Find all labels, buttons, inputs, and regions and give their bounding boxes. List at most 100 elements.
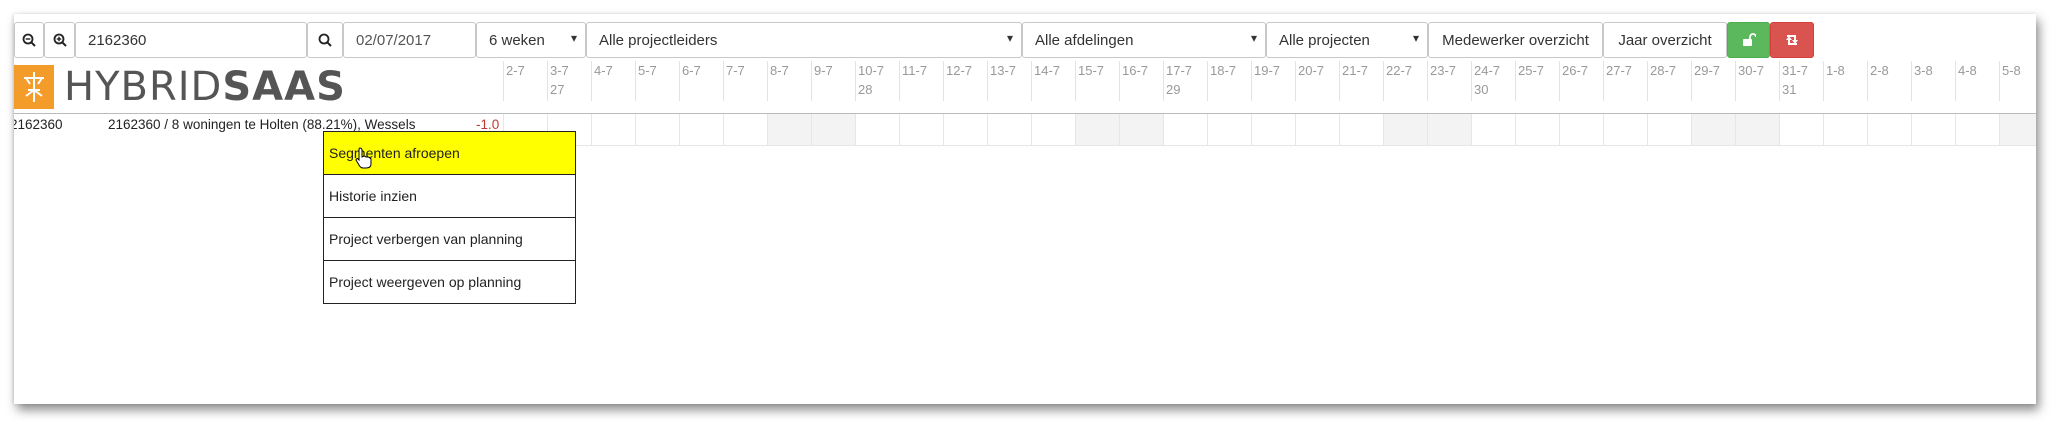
planning-cell[interactable] [1735,114,1779,146]
zoom-out-button[interactable] [14,22,44,58]
period-select-value: 6 weken [489,31,545,49]
day-column: 27-7 [1603,61,1647,101]
departments-select-value: Alle afdelingen [1035,31,1134,49]
day-label: 12-7 [946,63,973,78]
day-column: 31-7 31 [1779,61,1823,101]
day-column: 24-7 30 [1471,61,1515,101]
day-label: 13-7 [990,63,1017,78]
projects-select-value: Alle projecten [1279,31,1370,49]
day-column: 22-7 [1383,61,1427,101]
zoom-in-button[interactable] [44,22,75,58]
planning-cell[interactable] [1031,114,1075,146]
planning-cell[interactable] [811,114,855,146]
planning-cell[interactable] [1559,114,1603,146]
day-label: 11-7 [902,63,928,78]
planning-cell[interactable] [679,114,723,146]
planning-cell[interactable] [1383,114,1427,146]
planning-cell[interactable] [1867,114,1911,146]
sync-button[interactable] [1770,22,1814,58]
planning-cell[interactable] [1779,114,1823,146]
row-project-description[interactable]: 2162360 / 8 woningen te Holten (88.21%),… [108,117,415,132]
projectleaders-select-value: Alle projectleiders [599,31,718,49]
departments-select[interactable]: Alle afdelingen [1022,22,1266,58]
logo-text-light: HYBRID [64,64,223,110]
day-column: 15-7 [1075,61,1119,101]
planning-cell[interactable] [1339,114,1383,146]
day-label: 5-7 [638,63,657,78]
week-number-label: 30 [1474,82,1489,97]
day-label: 31-7 [1782,63,1809,78]
planning-cell[interactable] [1823,114,1867,146]
day-column: 5-7 [635,61,679,101]
planning-window: 2162360 02/07/2017 6 weken Alle projectl… [14,14,2036,404]
day-label: 29-7 [1694,63,1721,78]
planning-cell[interactable] [767,114,811,146]
planning-cell[interactable] [1427,114,1471,146]
day-column: 2-7 [503,61,547,101]
day-column: 8-7 [767,61,811,101]
day-label: 19-7 [1254,63,1281,78]
search-icon [318,33,332,47]
retweet-icon [1786,35,1798,45]
employee-overview-button[interactable]: Medewerker overzicht [1428,22,1603,58]
planning-cell[interactable] [591,114,635,146]
projects-select[interactable]: Alle projecten [1266,22,1428,58]
day-column: 26-7 [1559,61,1603,101]
day-label: 7-7 [726,63,745,78]
planning-cell[interactable] [1295,114,1339,146]
search-input-value: 2162360 [88,31,147,49]
year-overview-button[interactable]: Jaar overzicht [1603,22,1727,58]
planning-cell[interactable] [1075,114,1119,146]
week-number-label: 27 [550,82,565,97]
logo-text-bold: SAAS [222,64,346,110]
week-number-label: 31 [1782,82,1797,97]
day-column: 19-7 [1251,61,1295,101]
day-column: 30-7 [1735,61,1779,101]
day-label: 18-7 [1210,63,1237,78]
day-label: 30-7 [1738,63,1765,78]
week-number-label: 29 [1166,82,1181,97]
projectleaders-select[interactable]: Alle projectleiders [586,22,1022,58]
planning-cell[interactable] [943,114,987,146]
search-input[interactable]: 2162360 [75,22,307,58]
planning-cell[interactable] [1163,114,1207,146]
search-button[interactable] [307,22,343,58]
planning-cell[interactable] [1471,114,1515,146]
day-column: 6-7 [679,61,723,101]
day-column: 7-7 [723,61,767,101]
planning-cell[interactable] [1251,114,1295,146]
logo-text: HYBRIDSAAS [64,64,346,110]
day-column: 12-7 [943,61,987,101]
planning-cell[interactable] [723,114,767,146]
planning-cell[interactable] [1911,114,1955,146]
planning-cell[interactable] [855,114,899,146]
planning-cell[interactable] [635,114,679,146]
day-column: 25-7 [1515,61,1559,101]
day-column: 11-7 [899,61,943,101]
menu-item-project-weergeven[interactable]: Project weergeven op planning [324,260,575,303]
planning-cell[interactable] [1691,114,1735,146]
day-column: 20-7 [1295,61,1339,101]
day-column: 5-8 [1999,61,2036,101]
period-select[interactable]: 6 weken [476,22,586,58]
unlock-button[interactable] [1727,22,1770,58]
planning-cell[interactable] [899,114,943,146]
day-label: 17-7 [1166,63,1193,78]
day-label: 4-8 [1958,63,1977,78]
planning-cell[interactable] [1955,114,1999,146]
planning-cell[interactable] [1119,114,1163,146]
planning-cell[interactable] [1603,114,1647,146]
planning-cell[interactable] [1207,114,1251,146]
day-label: 8-7 [770,63,789,78]
menu-item-project-verbergen[interactable]: Project verbergen van planning [324,217,575,260]
planning-cell[interactable] [1647,114,1691,146]
date-input[interactable]: 02/07/2017 [343,22,476,58]
day-label: 28-7 [1650,63,1677,78]
planning-cell[interactable] [1515,114,1559,146]
menu-item-historie-inzien[interactable]: Historie inzien [324,174,575,217]
week-number-label: 28 [858,82,873,97]
planning-cell[interactable] [1999,114,2036,146]
day-label: 3-8 [1914,63,1933,78]
planning-cell[interactable] [987,114,1031,146]
day-column: 17-7 29 [1163,61,1207,101]
